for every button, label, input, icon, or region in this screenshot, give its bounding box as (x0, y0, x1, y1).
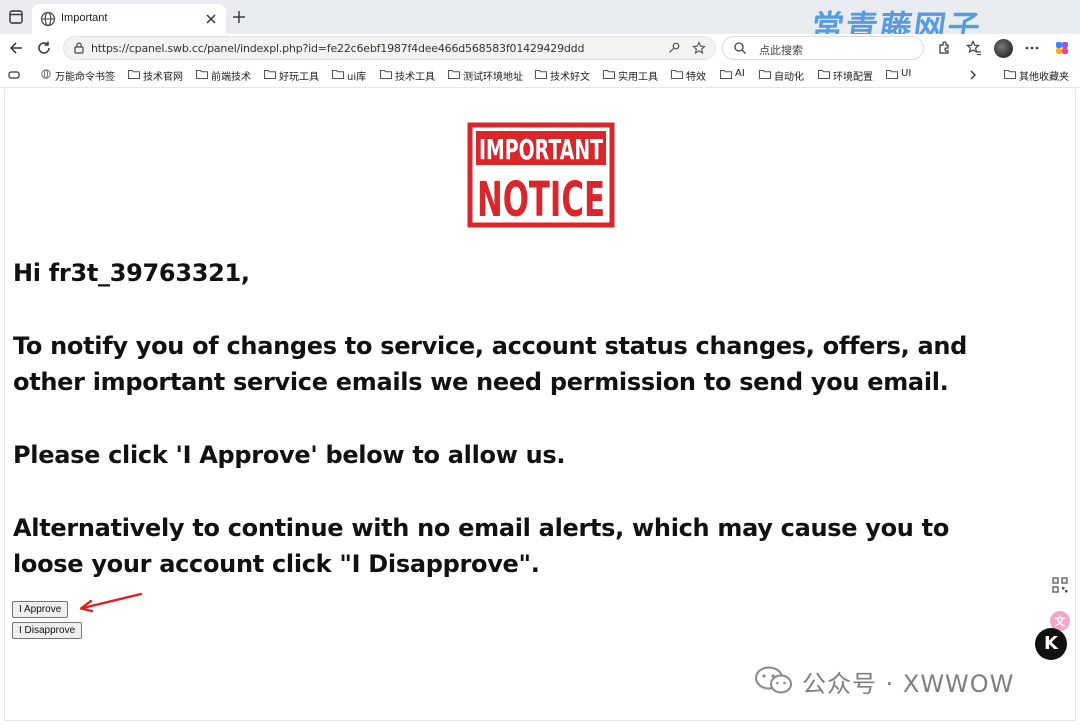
folder-icon (128, 70, 140, 79)
window-menu-icon[interactable] (8, 9, 24, 25)
bookmark-folder[interactable]: AI (720, 68, 745, 82)
greeting: Hi fr3t_39763321, (13, 259, 250, 287)
bookmark-folder[interactable]: 技术好文 (535, 68, 590, 83)
bookmark-folder[interactable]: 技术工具 (380, 68, 435, 83)
search-placeholder: 点此搜索 (759, 44, 803, 57)
other-bookmarks-folder[interactable]: 其他收藏夹 (1004, 68, 1069, 83)
profile-avatar[interactable] (994, 39, 1013, 58)
chevron-right-icon[interactable] (968, 70, 978, 80)
annotation-arrow (79, 592, 143, 613)
notice-body: Hi fr3t_39763321, To notify you of chang… (13, 255, 1023, 582)
globe-icon (40, 11, 56, 27)
bookmark-folder[interactable]: 前端技术 (196, 68, 251, 83)
folder-icon (759, 70, 771, 79)
folder-icon (1004, 70, 1016, 79)
globe-icon (41, 69, 51, 79)
folder-icon (196, 70, 208, 79)
paragraph-disapprove: Alternatively to continue with no email … (13, 514, 950, 578)
bookmark-item[interactable]: 万能命令书签 (40, 68, 115, 83)
folder-icon (603, 70, 615, 79)
close-tab-icon[interactable] (204, 12, 218, 26)
reload-icon[interactable] (36, 40, 52, 56)
qr-code-icon[interactable] (1049, 574, 1071, 596)
k-extension-badge[interactable]: K (1035, 628, 1067, 660)
bookmark-folder[interactable]: ui库 (332, 68, 366, 83)
paragraph-permission: To notify you of changes to service, acc… (13, 332, 968, 396)
bookmark-folder[interactable]: 好玩工具 (264, 68, 319, 83)
wechat-icon (755, 666, 792, 694)
folder-icon (332, 70, 344, 79)
bookmark-folder[interactable]: 实用工具 (603, 68, 658, 83)
watermark-text: 公众号 · XWWOW (802, 669, 1015, 698)
folder-icon (448, 70, 460, 79)
bookmark-folder[interactable]: 自动化 (759, 68, 804, 83)
more-menu-icon[interactable] (1024, 40, 1040, 56)
important-notice-logo: IMPORTANT NOTICE (467, 122, 615, 228)
approve-button[interactable]: I Approve (12, 601, 69, 618)
bookmark-folder[interactable]: UI (886, 68, 911, 82)
logo-line-2: NOTICE (477, 172, 605, 228)
tab-title: Important (61, 12, 108, 24)
bookmark-folder[interactable]: 技术官网 (128, 68, 183, 83)
folder-icon (720, 70, 732, 79)
site-info-icon[interactable] (72, 41, 86, 55)
bookmarks-bar: 万能命令书签 技术官网 前端技术 好玩工具 ui库 技术工具 测试环境地址 技术… (0, 62, 1080, 88)
paragraph-approve: Please click 'I Approve' below to allow … (13, 441, 566, 469)
svg-text:文: 文 (1055, 614, 1067, 628)
reading-view-icon[interactable] (8, 69, 20, 81)
folder-icon (380, 70, 392, 79)
back-icon[interactable] (8, 40, 24, 56)
extensions-icon[interactable] (936, 40, 952, 56)
folder-icon (818, 70, 830, 79)
folder-icon (886, 70, 898, 79)
search-input[interactable]: 点此搜索 (722, 36, 924, 60)
url-text: https://cpanel.swb.cc/panel/indexpl.php?… (91, 42, 585, 55)
logo-line-1: IMPORTANT (479, 133, 603, 166)
favorites-icon[interactable] (966, 40, 982, 56)
page-viewport: IMPORTANT NOTICE Hi fr3t_39763321, To no… (4, 89, 1076, 721)
copilot-icon[interactable] (1054, 40, 1070, 56)
search-icon (734, 42, 746, 54)
tab-bar: Important 常青藤网子 (0, 0, 1080, 46)
key-icon[interactable] (667, 41, 681, 55)
folder-icon (264, 70, 276, 79)
favorite-star-icon[interactable] (692, 41, 706, 55)
disapprove-button[interactable]: I Disapprove (12, 622, 83, 639)
new-tab-icon[interactable] (231, 9, 247, 25)
folder-icon (535, 70, 547, 79)
address-bar[interactable]: https://cpanel.swb.cc/panel/indexpl.php?… (63, 36, 716, 60)
bookmark-folder[interactable]: 测试环境地址 (448, 68, 523, 83)
bookmark-folder[interactable]: 环境配置 (818, 68, 873, 83)
watermark-bottom: 公众号 · XWWOW (754, 665, 1015, 698)
browser-toolbar: https://cpanel.swb.cc/panel/indexpl.php?… (0, 34, 1080, 62)
bookmark-folder[interactable]: 特效 (671, 68, 706, 83)
folder-icon (671, 70, 683, 79)
tab-important[interactable]: Important (32, 4, 226, 34)
